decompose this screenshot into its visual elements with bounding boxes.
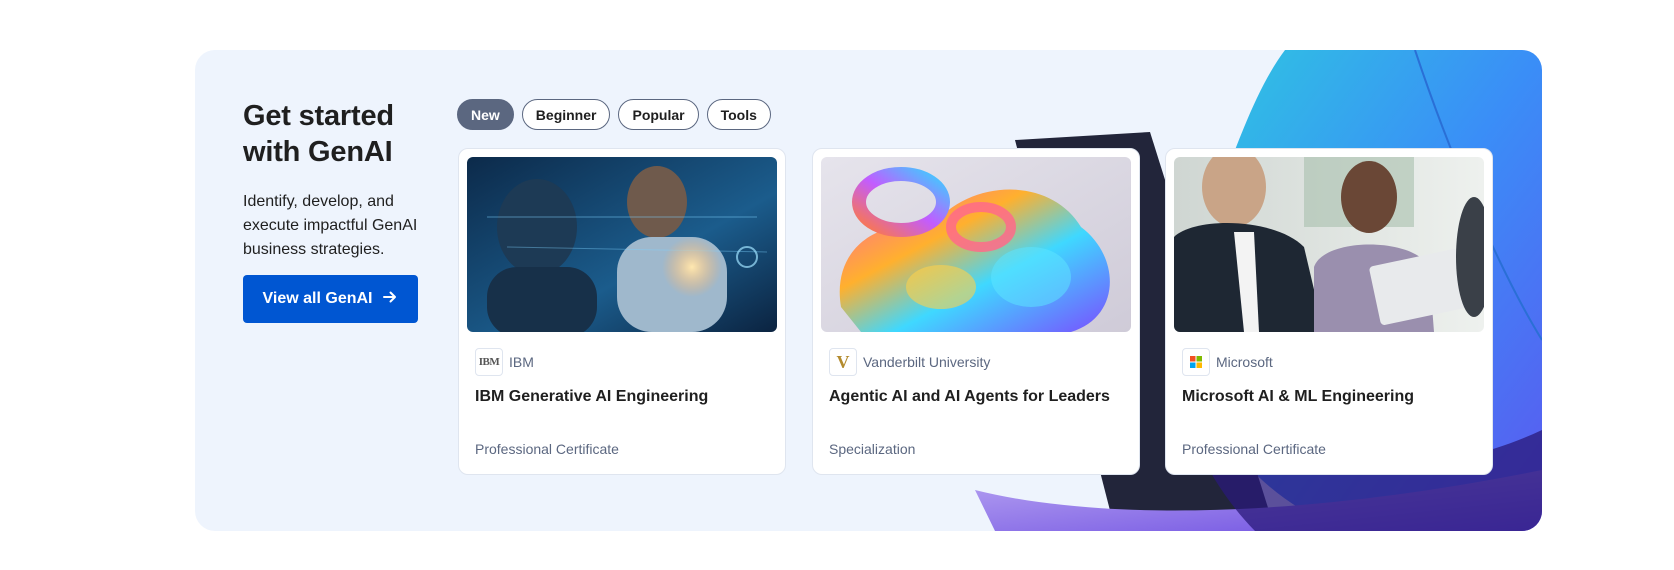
course-card-ibm[interactable]: IBM IBM IBM Generative AI Engineering Pr…: [458, 148, 786, 475]
filter-chip-popular[interactable]: Popular: [618, 99, 699, 130]
course-card-microsoft[interactable]: Microsoft Microsoft AI & ML Engineering …: [1165, 148, 1493, 475]
partner-row: V Vanderbilt University: [829, 348, 990, 376]
filter-chip-new[interactable]: New: [457, 99, 514, 130]
course-thumbnail: [821, 157, 1131, 332]
filter-chip-beginner[interactable]: Beginner: [521, 99, 611, 130]
filter-chips: New Beginner Popular Tools: [457, 99, 771, 130]
genai-promo-panel: Get started with GenAI Identify, develop…: [195, 50, 1542, 531]
vanderbilt-logo: V: [829, 348, 857, 376]
course-type: Professional Certificate: [475, 441, 619, 457]
course-thumbnail: [467, 157, 777, 332]
course-title[interactable]: IBM Generative AI Engineering: [475, 387, 770, 407]
course-title[interactable]: Agentic AI and AI Agents for Leaders: [829, 387, 1124, 407]
ibm-logo: IBM: [475, 348, 503, 376]
partner-row: IBM IBM: [475, 348, 534, 376]
partner-row: Microsoft: [1182, 348, 1273, 376]
section-description: Identify, develop, and execute impactful…: [243, 193, 418, 258]
view-all-genai-button[interactable]: View all GenAI: [243, 275, 418, 323]
microsoft-logo: [1182, 348, 1210, 376]
course-type: Specialization: [829, 441, 916, 457]
partner-name: IBM: [509, 354, 534, 370]
partner-name: Vanderbilt University: [863, 354, 991, 370]
partner-name: Microsoft: [1216, 354, 1273, 370]
course-card-vanderbilt[interactable]: V Vanderbilt University Agentic AI and A…: [812, 148, 1140, 475]
filter-chip-tools[interactable]: Tools: [706, 99, 771, 130]
view-all-genai-label: View all GenAI: [262, 290, 373, 307]
course-thumbnail: [1174, 157, 1484, 332]
arrow-right-icon: [382, 289, 398, 310]
section-title: Get started with GenAI: [243, 100, 394, 168]
course-title[interactable]: Microsoft AI & ML Engineering: [1182, 387, 1477, 407]
intro-block: Get started with GenAI Identify, develop…: [243, 98, 443, 262]
course-type: Professional Certificate: [1182, 441, 1326, 457]
